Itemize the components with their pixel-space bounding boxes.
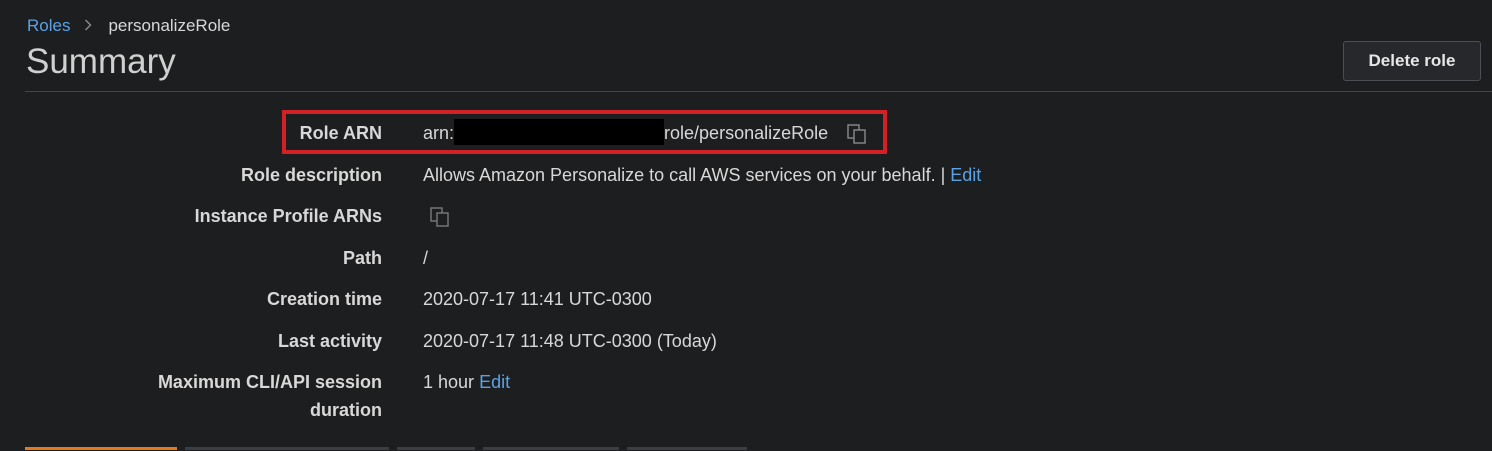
creation-time-label: Creation time [266,289,382,309]
role-description-text: Allows Amazon Personalize to call AWS se… [423,165,946,185]
max-session-label: Maximum CLI/API session duration [82,368,382,424]
tab[interactable] [185,447,389,450]
path-label: Path [342,248,382,268]
edit-max-session-link[interactable]: Edit [479,372,510,392]
role-arn-suffix: role/personalizeRole [664,123,829,143]
chevron-right-icon [84,18,92,34]
max-session-text: 1 hour [423,372,475,392]
max-session-label-line1: Maximum CLI/API session [157,372,382,392]
copy-icon[interactable] [845,122,869,146]
creation-time-value: 2020-07-17 11:41 UTC-0300 [423,289,652,309]
breadcrumb-current: personalizeRole [108,16,231,35]
breadcrumb-roles-link[interactable]: Roles [27,16,70,36]
role-description-value: Allows Amazon Personalize to call AWS se… [423,161,981,189]
tab-active[interactable] [25,447,177,450]
role-arn-value: arn: role/personalizeRole [423,119,869,147]
breadcrumb: Roles personalizeRole [27,16,230,36]
delete-role-button[interactable]: Delete role [1343,41,1481,81]
path-value: / [423,248,429,268]
edit-description-link[interactable]: Edit [950,165,981,185]
divider [25,91,1492,92]
redaction-bar [454,119,665,146]
tab[interactable] [397,447,475,450]
instance-profile-arns-value [428,202,452,230]
role-description-label: Role description [240,165,382,185]
role-arn-prefix: arn: [423,123,455,143]
last-activity-value: 2020-07-17 11:48 UTC-0300 (Today) [423,331,717,351]
tab[interactable] [627,447,747,450]
max-session-label-line2: duration [310,400,382,420]
tab-bar [25,447,755,451]
role-arn-label: Role ARN [299,123,382,143]
page-title: Summary [26,42,176,81]
instance-profile-arns-label: Instance Profile ARNs [194,206,382,226]
tab[interactable] [483,447,619,450]
last-activity-label: Last activity [277,331,382,351]
max-session-value: 1 hour Edit [423,368,510,396]
copy-icon[interactable] [428,205,452,229]
